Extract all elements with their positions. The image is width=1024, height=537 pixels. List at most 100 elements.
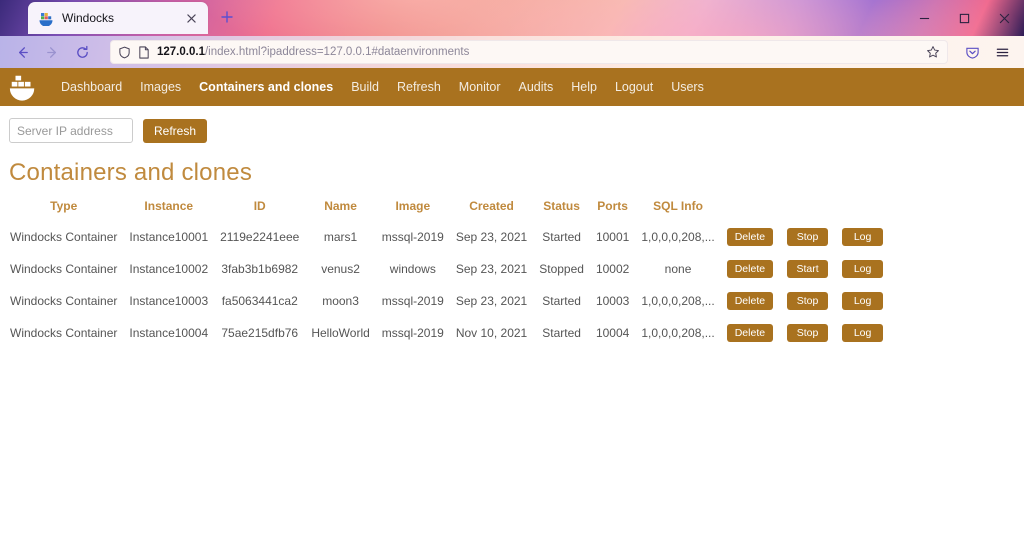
nav-item-help[interactable]: Help — [562, 74, 606, 100]
log-button[interactable]: Log — [842, 260, 883, 279]
cell-actions: Delete Start Log — [721, 253, 889, 285]
cell-sql-info: 1,0,0,0,208,... — [635, 221, 720, 253]
new-tab-button[interactable] — [216, 6, 238, 28]
column-header-name: Name — [305, 191, 375, 221]
cell-sql-info: none — [635, 253, 720, 285]
containers-table: Type Instance ID Name Image Created Stat… — [4, 191, 889, 349]
page-icon — [138, 46, 150, 59]
cell-sql-info: 1,0,0,0,208,... — [635, 317, 720, 349]
browser-window: Windocks — [0, 0, 1024, 537]
cell-type: Windocks Container — [4, 317, 123, 349]
star-icon[interactable] — [926, 45, 940, 59]
column-header-status: Status — [533, 191, 590, 221]
nav-item-monitor[interactable]: Monitor — [450, 74, 510, 100]
server-toolbar: Refresh — [0, 106, 1024, 143]
cell-instance: Instance10001 — [123, 221, 214, 253]
cell-status: Started — [533, 221, 590, 253]
url-path: /index.html?ipaddress=127.0.0.1#dataenvi… — [205, 46, 469, 58]
log-button[interactable]: Log — [842, 228, 883, 247]
cell-image-link[interactable]: mssql-2019 — [376, 221, 450, 253]
windocks-favicon — [38, 10, 54, 26]
delete-button[interactable]: Delete — [727, 292, 773, 311]
close-icon[interactable] — [182, 9, 200, 27]
delete-button[interactable]: Delete — [727, 228, 773, 247]
cell-status: Started — [533, 317, 590, 349]
browser-toolbar-right — [958, 39, 1016, 65]
menu-icon[interactable] — [988, 39, 1016, 65]
cell-actions: Delete Stop Log — [721, 317, 889, 349]
cell-sql-info: 1,0,0,0,208,... — [635, 285, 720, 317]
column-header-actions — [721, 191, 889, 221]
cell-id: fa5063441ca2 — [214, 285, 305, 317]
cell-created: Sep 23, 2021 — [450, 221, 533, 253]
cell-name: HelloWorld — [305, 317, 375, 349]
cell-ports: 10002 — [590, 253, 635, 285]
cell-ports: 10001 — [590, 221, 635, 253]
table-row: Windocks Container Instance10002 3fab3b1… — [4, 253, 889, 285]
nav-item-images[interactable]: Images — [131, 74, 190, 100]
cell-instance: Instance10002 — [123, 253, 214, 285]
server-ip-input[interactable] — [9, 118, 133, 143]
column-header-image: Image — [376, 191, 450, 221]
cell-type: Windocks Container — [4, 285, 123, 317]
table-header-row: Type Instance ID Name Image Created Stat… — [4, 191, 889, 221]
window-controls — [904, 0, 1024, 36]
cell-created: Sep 23, 2021 — [450, 285, 533, 317]
cell-name: moon3 — [305, 285, 375, 317]
cell-instance: Instance10004 — [123, 317, 214, 349]
column-header-type: Type — [4, 191, 123, 221]
maximize-button[interactable] — [944, 0, 984, 36]
cell-name: mars1 — [305, 221, 375, 253]
cell-status: Started — [533, 285, 590, 317]
minimize-button[interactable] — [904, 0, 944, 36]
browser-navigation-bar: 127.0.0.1/index.html?ipaddress=127.0.0.1… — [0, 36, 1024, 68]
cell-image-link[interactable]: windows — [376, 253, 450, 285]
cell-actions: Delete Stop Log — [721, 285, 889, 317]
url-text: 127.0.0.1/index.html?ipaddress=127.0.0.1… — [157, 46, 469, 58]
delete-button[interactable]: Delete — [727, 260, 773, 279]
forward-arrow-icon[interactable] — [38, 39, 66, 65]
app-content: Dashboard Images Containers and clones B… — [0, 68, 1024, 537]
stop-button[interactable]: Stop — [787, 324, 828, 343]
back-arrow-icon[interactable] — [8, 39, 36, 65]
windocks-logo-icon[interactable] — [4, 68, 42, 106]
browser-tab[interactable]: Windocks — [28, 2, 208, 34]
url-host: 127.0.0.1 — [157, 46, 205, 58]
log-button[interactable]: Log — [842, 292, 883, 311]
table-row: Windocks Container Instance10003 fa50634… — [4, 285, 889, 317]
shield-icon — [118, 46, 131, 59]
page-title: Containers and clones — [0, 143, 1024, 191]
nav-item-refresh[interactable]: Refresh — [388, 74, 450, 100]
reload-icon[interactable] — [68, 39, 96, 65]
nav-item-build[interactable]: Build — [342, 74, 388, 100]
column-header-instance: Instance — [123, 191, 214, 221]
log-button[interactable]: Log — [842, 324, 883, 343]
stop-button[interactable]: Stop — [787, 292, 828, 311]
table-row: Windocks Container Instance10004 75ae215… — [4, 317, 889, 349]
cell-status: Stopped — [533, 253, 590, 285]
cell-image-link[interactable]: mssql-2019 — [376, 285, 450, 317]
nav-item-containers-and-clones[interactable]: Containers and clones — [190, 74, 342, 100]
cell-image-link[interactable]: mssql-2019 — [376, 317, 450, 349]
url-bar[interactable]: 127.0.0.1/index.html?ipaddress=127.0.0.1… — [110, 40, 948, 64]
nav-item-audits[interactable]: Audits — [509, 74, 562, 100]
tab-title: Windocks — [62, 11, 174, 25]
nav-item-dashboard[interactable]: Dashboard — [52, 74, 131, 100]
cell-type: Windocks Container — [4, 253, 123, 285]
cell-id: 75ae215dfb76 — [214, 317, 305, 349]
cell-id: 3fab3b1b6982 — [214, 253, 305, 285]
refresh-button[interactable]: Refresh — [143, 119, 207, 143]
nav-item-logout[interactable]: Logout — [606, 74, 662, 100]
stop-button[interactable]: Stop — [787, 228, 828, 247]
delete-button[interactable]: Delete — [727, 324, 773, 343]
close-window-button[interactable] — [984, 0, 1024, 36]
start-button[interactable]: Start — [787, 260, 828, 279]
pocket-icon[interactable] — [958, 39, 986, 65]
nav-item-users[interactable]: Users — [662, 74, 713, 100]
cell-type: Windocks Container — [4, 221, 123, 253]
cell-created: Sep 23, 2021 — [450, 253, 533, 285]
table-row: Windocks Container Instance10001 2119e22… — [4, 221, 889, 253]
column-header-created: Created — [450, 191, 533, 221]
cell-id: 2119e2241eee — [214, 221, 305, 253]
app-nav-items: Dashboard Images Containers and clones B… — [52, 74, 713, 100]
